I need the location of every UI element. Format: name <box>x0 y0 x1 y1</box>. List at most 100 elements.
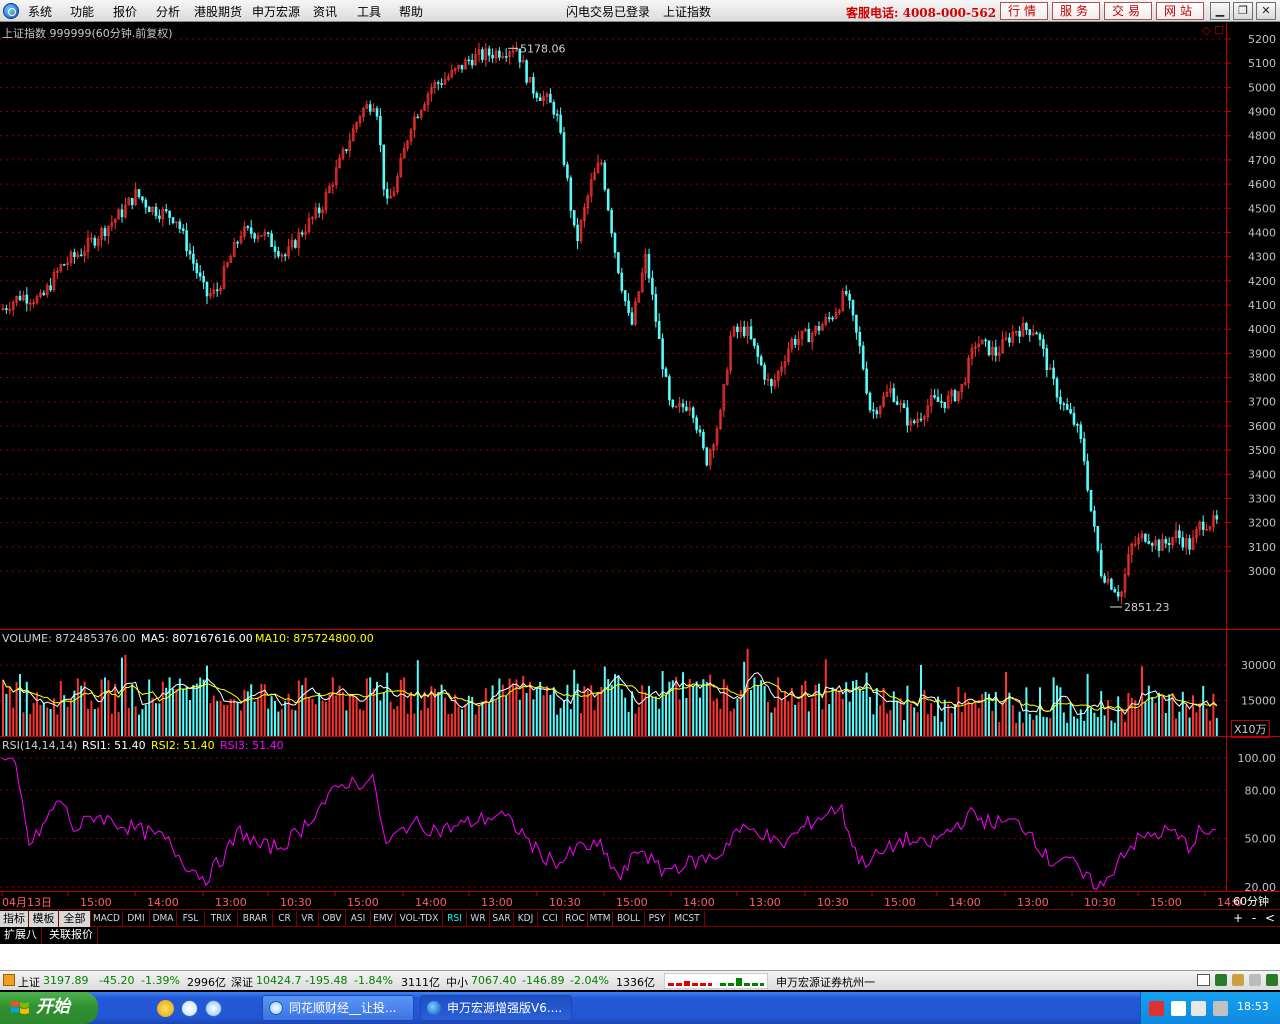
volume-bar <box>206 665 208 736</box>
app-logo-icon[interactable] <box>3 3 19 19</box>
indicator-tab-roc[interactable]: ROC <box>563 911 588 927</box>
indicator-tab-kdj[interactable]: KDJ <box>514 911 538 927</box>
sogou-icon[interactable] <box>1149 1001 1164 1016</box>
kline-chart[interactable]: 5200 5100 5000 4900 4800 4700 4600 4500 4400 4300… <box>0 23 1280 909</box>
menu-hk-futures[interactable]: 港股期货 <box>194 3 242 20</box>
volume-bar <box>107 680 110 736</box>
menu-tools[interactable]: 工具 <box>357 3 381 20</box>
volume-bar <box>1127 692 1130 736</box>
indicator-tab-mtm[interactable]: MTM <box>588 911 613 927</box>
candle-body <box>1201 521 1205 530</box>
nav-quotes-button[interactable]: 行情 <box>1000 2 1048 20</box>
candle-body <box>895 401 899 405</box>
chart-corner-marks[interactable]: ◇ ☐ <box>1202 24 1224 37</box>
price-tick-label: 5000 <box>1248 81 1276 94</box>
indicator-tab-vol-tdx[interactable]: VOL-TDX <box>396 911 443 927</box>
volume-bar <box>569 709 572 736</box>
candle-body <box>994 346 998 356</box>
quicklaunch-app-icon[interactable] <box>157 1000 174 1017</box>
quicklaunch-browser-icon[interactable] <box>181 1000 198 1017</box>
volume-icon[interactable] <box>1213 1001 1228 1016</box>
candle-body <box>753 338 756 347</box>
candle-body <box>120 209 124 218</box>
price-tick-label: 3200 <box>1248 517 1276 530</box>
keyboard-icon[interactable] <box>1197 974 1210 986</box>
indicator-tab-vr[interactable]: VR <box>297 911 319 927</box>
zoom-out-button[interactable]: - <box>1247 911 1261 926</box>
volume-bar <box>750 690 752 736</box>
menu-quote[interactable]: 报价 <box>113 3 137 20</box>
alarm-icon[interactable] <box>1232 974 1244 986</box>
task-shenwan[interactable]: 申万宏源增强版V6.... <box>420 995 572 1021</box>
menu-shenwan[interactable]: 申万宏源 <box>252 3 300 20</box>
candle-body <box>552 102 556 115</box>
volume-ma5-label: MA5: 807167616.00 <box>141 632 253 645</box>
indicator-tab-brar[interactable]: BRAR <box>238 911 273 927</box>
menu-help[interactable]: 帮助 <box>399 3 423 20</box>
volume-bar <box>542 695 545 736</box>
quicklaunch-ie-icon[interactable] <box>205 1000 222 1017</box>
menu-system[interactable]: 系统 <box>28 3 52 20</box>
volume-bar <box>229 699 232 736</box>
menu-function[interactable]: 功能 <box>70 3 94 20</box>
restore-button[interactable]: ❐ <box>1233 2 1253 20</box>
indicator-tab-obv[interactable]: OBV <box>319 911 346 927</box>
chart-area[interactable]: 5200 5100 5000 4900 4800 4700 4600 4500 4400 4300… <box>0 23 1280 911</box>
task-tonghuashun[interactable]: 同花顺财经__让投... <box>262 995 414 1021</box>
info-icon[interactable] <box>1249 974 1261 986</box>
scroll-left-button[interactable]: < <box>1263 911 1277 926</box>
tab-extend-eight[interactable]: 扩展八 <box>0 927 42 944</box>
minimize-button[interactable]: ▁ <box>1210 2 1230 20</box>
tab-related-quotes[interactable]: 关联报价 <box>45 927 98 944</box>
volume-bar <box>501 684 504 736</box>
menu-analysis[interactable]: 分析 <box>156 3 180 20</box>
indicator-tab-macd[interactable]: MACD <box>91 911 123 927</box>
nav-website-button[interactable]: 网站 <box>1156 2 1204 20</box>
volume-bar <box>675 677 678 736</box>
volume-bar <box>692 685 695 736</box>
indicator-tab-trix[interactable]: TRIX <box>205 911 238 927</box>
indicator-tab-dma[interactable]: DMA <box>150 911 177 927</box>
close-button[interactable]: ✕ <box>1256 2 1276 20</box>
nav-trade-button[interactable]: 交易 <box>1104 2 1152 20</box>
volume-ma10-label: MA10: 875724800.00 <box>255 632 374 645</box>
status-logo-icon[interactable] <box>3 974 15 986</box>
candle-body <box>902 403 906 409</box>
indicator-tab-dmi[interactable]: DMI <box>123 911 150 927</box>
indicator-tab-全部[interactable]: 全部 <box>59 911 91 927</box>
zoom-in-button[interactable]: + <box>1231 911 1245 926</box>
indicator-tab-指标[interactable]: 指标 <box>0 911 29 927</box>
volume-bar <box>1076 718 1079 736</box>
indicator-tab-cr[interactable]: CR <box>273 911 297 927</box>
indicator-tab-wr[interactable]: WR <box>467 911 490 927</box>
candle-body <box>623 290 627 302</box>
menu-news[interactable]: 资讯 <box>313 3 337 20</box>
ime-icon[interactable] <box>1171 1001 1186 1016</box>
volume-bar <box>192 684 195 736</box>
period-label[interactable]: 60分钟 <box>1233 893 1269 909</box>
indicator-tab-sar[interactable]: SAR <box>490 911 514 927</box>
indicator-tab-emv[interactable]: EMV <box>371 911 396 927</box>
indicator-tab-模板[interactable]: 模板 <box>29 911 59 927</box>
signal-icon[interactable] <box>1215 974 1227 986</box>
indicator-tab-asi[interactable]: ASI <box>346 911 371 927</box>
network-icon[interactable] <box>1266 974 1278 986</box>
indicator-tab-rsi[interactable]: RSI <box>443 911 467 927</box>
candle-body <box>1055 378 1059 398</box>
indicator-tab-fsl[interactable]: FSL <box>177 911 205 927</box>
sz-index-name: 深证 <box>231 976 253 989</box>
indicator-tab-boll[interactable]: BOLL <box>613 911 645 927</box>
start-button[interactable]: 开始 <box>0 992 98 1024</box>
volume-bar <box>1100 691 1103 736</box>
indicator-tab-cci[interactable]: CCI <box>538 911 563 927</box>
candle-body <box>661 338 664 370</box>
indicator-tab-mcst[interactable]: MCST <box>670 911 705 927</box>
volume-bar <box>875 687 878 736</box>
nav-service-button[interactable]: 服务 <box>1052 2 1100 20</box>
tray-app-icon[interactable] <box>1191 1001 1206 1016</box>
indicator-tab-psy[interactable]: PSY <box>645 911 670 927</box>
volume-bar <box>243 689 246 736</box>
candle-body <box>249 227 253 234</box>
volume-bar <box>185 686 188 736</box>
volume-bar <box>36 692 38 736</box>
